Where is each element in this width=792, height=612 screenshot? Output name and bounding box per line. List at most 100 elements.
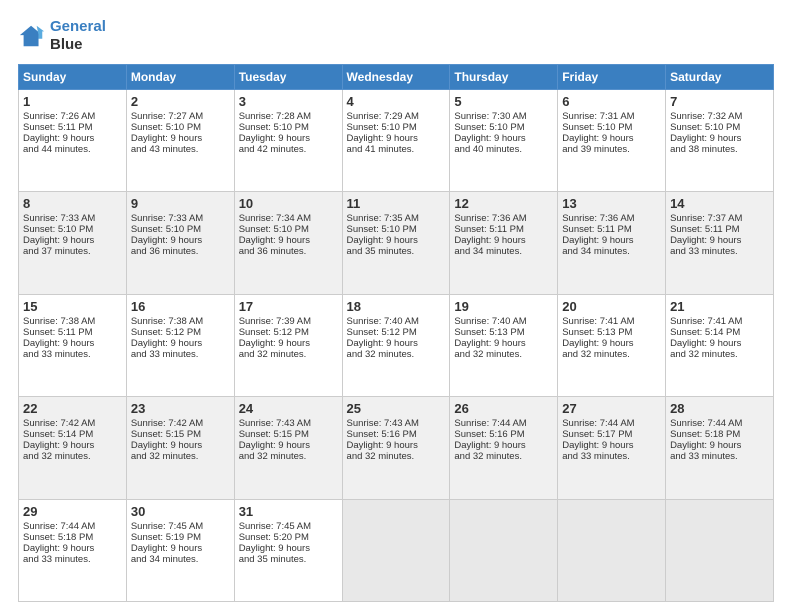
calendar-cell: 2Sunrise: 7:27 AMSunset: 5:10 PMDaylight…	[126, 90, 234, 192]
calendar-cell: 25Sunrise: 7:43 AMSunset: 5:16 PMDayligh…	[342, 397, 450, 499]
day-info-line: and 38 minutes.	[670, 144, 769, 155]
calendar-cell: 11Sunrise: 7:35 AMSunset: 5:10 PMDayligh…	[342, 192, 450, 294]
day-number: 11	[347, 196, 446, 211]
calendar-cell: 4Sunrise: 7:29 AMSunset: 5:10 PMDaylight…	[342, 90, 450, 192]
day-info-line: Sunrise: 7:31 AM	[562, 111, 661, 122]
day-info-line: Daylight: 9 hours	[347, 338, 446, 349]
weekday-header-monday: Monday	[126, 65, 234, 90]
day-number: 22	[23, 401, 122, 416]
day-info-line: Sunrise: 7:44 AM	[670, 418, 769, 429]
day-info-line: and 34 minutes.	[131, 554, 230, 565]
day-number: 21	[670, 299, 769, 314]
weekday-header-wednesday: Wednesday	[342, 65, 450, 90]
day-number: 30	[131, 504, 230, 519]
day-info-line: and 32 minutes.	[23, 451, 122, 462]
calendar-table: SundayMondayTuesdayWednesdayThursdayFrid…	[18, 64, 774, 602]
day-info-line: Sunrise: 7:38 AM	[131, 316, 230, 327]
day-info-line: Sunrise: 7:37 AM	[670, 213, 769, 224]
day-number: 19	[454, 299, 553, 314]
day-info-line: and 42 minutes.	[239, 144, 338, 155]
day-info-line: Sunset: 5:17 PM	[562, 429, 661, 440]
day-info-line: Sunrise: 7:45 AM	[131, 521, 230, 532]
calendar-cell	[666, 499, 774, 601]
day-number: 14	[670, 196, 769, 211]
day-info-line: Sunrise: 7:43 AM	[239, 418, 338, 429]
calendar-cell: 28Sunrise: 7:44 AMSunset: 5:18 PMDayligh…	[666, 397, 774, 499]
calendar-cell: 12Sunrise: 7:36 AMSunset: 5:11 PMDayligh…	[450, 192, 558, 294]
day-info-line: Sunset: 5:16 PM	[454, 429, 553, 440]
calendar-cell: 23Sunrise: 7:42 AMSunset: 5:15 PMDayligh…	[126, 397, 234, 499]
day-info-line: Sunrise: 7:44 AM	[562, 418, 661, 429]
weekday-header-thursday: Thursday	[450, 65, 558, 90]
calendar-cell: 18Sunrise: 7:40 AMSunset: 5:12 PMDayligh…	[342, 294, 450, 396]
calendar-body: 1Sunrise: 7:26 AMSunset: 5:11 PMDaylight…	[19, 90, 774, 602]
weekday-header-sunday: Sunday	[19, 65, 127, 90]
calendar-cell: 10Sunrise: 7:34 AMSunset: 5:10 PMDayligh…	[234, 192, 342, 294]
day-info-line: Daylight: 9 hours	[562, 440, 661, 451]
day-info-line: and 36 minutes.	[239, 246, 338, 257]
day-info-line: Sunset: 5:10 PM	[131, 224, 230, 235]
day-info-line: and 32 minutes.	[347, 349, 446, 360]
day-info-line: Sunset: 5:16 PM	[347, 429, 446, 440]
day-number: 7	[670, 94, 769, 109]
calendar-cell: 21Sunrise: 7:41 AMSunset: 5:14 PMDayligh…	[666, 294, 774, 396]
weekday-header-friday: Friday	[558, 65, 666, 90]
day-info-line: Sunset: 5:15 PM	[131, 429, 230, 440]
calendar-cell: 6Sunrise: 7:31 AMSunset: 5:10 PMDaylight…	[558, 90, 666, 192]
day-info-line: Daylight: 9 hours	[670, 133, 769, 144]
day-info-line: Daylight: 9 hours	[23, 235, 122, 246]
day-number: 23	[131, 401, 230, 416]
logo: General Blue	[18, 18, 106, 54]
day-info-line: Daylight: 9 hours	[562, 133, 661, 144]
day-info-line: Daylight: 9 hours	[239, 338, 338, 349]
day-number: 12	[454, 196, 553, 211]
day-info-line: Sunset: 5:10 PM	[239, 224, 338, 235]
day-number: 3	[239, 94, 338, 109]
calendar-cell: 14Sunrise: 7:37 AMSunset: 5:11 PMDayligh…	[666, 192, 774, 294]
day-info-line: Daylight: 9 hours	[239, 543, 338, 554]
day-info-line: and 32 minutes.	[131, 451, 230, 462]
calendar-cell: 8Sunrise: 7:33 AMSunset: 5:10 PMDaylight…	[19, 192, 127, 294]
day-info-line: Daylight: 9 hours	[562, 338, 661, 349]
day-info-line: Sunset: 5:15 PM	[239, 429, 338, 440]
calendar-cell: 30Sunrise: 7:45 AMSunset: 5:19 PMDayligh…	[126, 499, 234, 601]
day-info-line: Sunrise: 7:35 AM	[347, 213, 446, 224]
day-info-line: Sunset: 5:12 PM	[239, 327, 338, 338]
day-info-line: Daylight: 9 hours	[670, 440, 769, 451]
day-info-line: Sunrise: 7:41 AM	[562, 316, 661, 327]
day-info-line: Sunset: 5:10 PM	[23, 224, 122, 235]
calendar-cell: 15Sunrise: 7:38 AMSunset: 5:11 PMDayligh…	[19, 294, 127, 396]
day-number: 31	[239, 504, 338, 519]
day-info-line: Daylight: 9 hours	[347, 133, 446, 144]
calendar-week-4: 22Sunrise: 7:42 AMSunset: 5:14 PMDayligh…	[19, 397, 774, 499]
day-info-line: Daylight: 9 hours	[131, 133, 230, 144]
day-number: 26	[454, 401, 553, 416]
page-header: General Blue	[18, 18, 774, 54]
day-info-line: Daylight: 9 hours	[23, 338, 122, 349]
day-info-line: Sunrise: 7:42 AM	[131, 418, 230, 429]
day-info-line: Sunset: 5:11 PM	[23, 122, 122, 133]
day-info-line: and 32 minutes.	[454, 451, 553, 462]
calendar-cell: 7Sunrise: 7:32 AMSunset: 5:10 PMDaylight…	[666, 90, 774, 192]
day-info-line: and 33 minutes.	[23, 554, 122, 565]
day-info-line: and 33 minutes.	[670, 451, 769, 462]
calendar-cell: 17 Sunrise: 7:39 AMSunset: 5:12 PMDayligh…	[234, 294, 342, 396]
calendar-week-3: 15Sunrise: 7:38 AMSunset: 5:11 PMDayligh…	[19, 294, 774, 396]
day-info-line: Sunset: 5:18 PM	[23, 532, 122, 543]
day-info-line: Sunset: 5:13 PM	[562, 327, 661, 338]
calendar-cell: 27 Sunrise: 7:44 AMSunset: 5:17 PMDayligh…	[558, 397, 666, 499]
day-info-line: and 32 minutes.	[239, 349, 338, 360]
day-info-line: Daylight: 9 hours	[670, 235, 769, 246]
logo-text: General Blue	[50, 18, 106, 54]
day-number: 17	[239, 299, 338, 314]
day-info-line: Daylight: 9 hours	[670, 338, 769, 349]
day-info-line: Sunset: 5:10 PM	[562, 122, 661, 133]
day-number: 27	[562, 401, 661, 416]
day-number: 4	[347, 94, 446, 109]
calendar-cell: 20Sunrise: 7:41 AMSunset: 5:13 PMDayligh…	[558, 294, 666, 396]
day-number: 25	[347, 401, 446, 416]
day-info-line: Daylight: 9 hours	[131, 543, 230, 554]
day-info-line: Sunrise: 7:39 AM	[239, 316, 338, 327]
calendar-cell: 9Sunrise: 7:33 AMSunset: 5:10 PMDaylight…	[126, 192, 234, 294]
day-number: 13	[562, 196, 661, 211]
